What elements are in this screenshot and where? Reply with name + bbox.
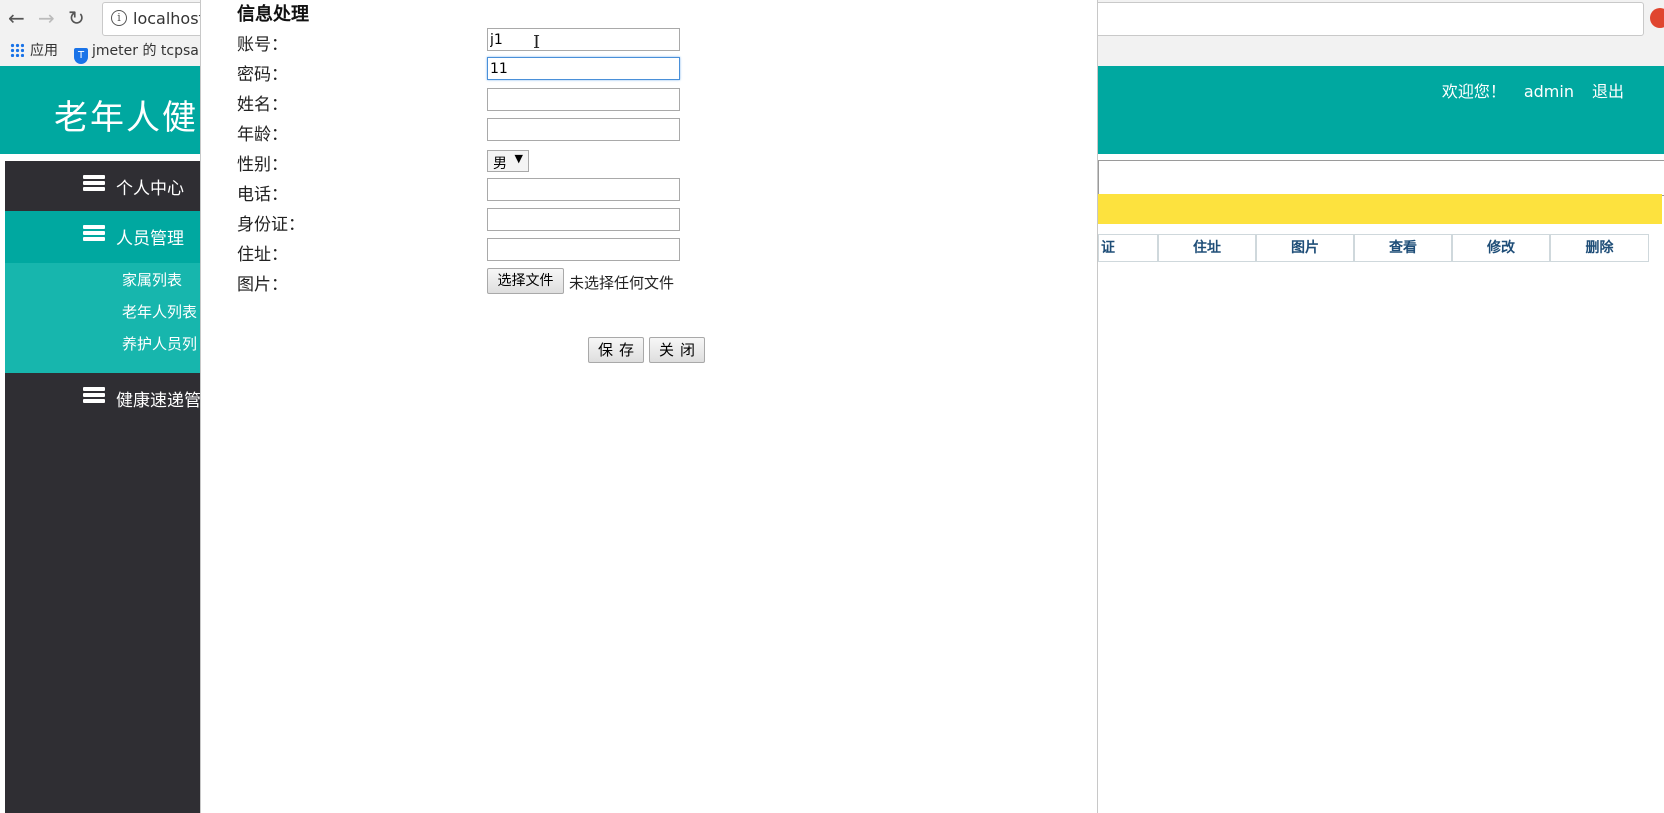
logout-link[interactable]: 退出 [1592, 82, 1624, 101]
phone-label: 电话： [237, 185, 288, 205]
password-input[interactable] [487, 57, 680, 80]
choose-file-button[interactable]: 选择文件 [487, 268, 564, 294]
account-input[interactable] [487, 28, 680, 51]
notice-bar [1098, 194, 1662, 224]
column-header: 证 [1098, 234, 1158, 262]
reload-icon[interactable]: ↻ [68, 6, 85, 30]
sidebar-item-personnel[interactable]: 人员管理 [5, 211, 205, 263]
url-text: localhost [133, 9, 205, 28]
bookmark-jmeter[interactable]: Tjmeter 的 tcpsam [58, 43, 212, 64]
apps-grid-icon [10, 43, 24, 57]
table-header: 证 住址 图片 查看 修改 删除 [1098, 234, 1649, 262]
idcard-input[interactable] [487, 208, 680, 231]
sidebar-item-label: 健康速递管 [116, 391, 201, 411]
photo-label: 图片： [237, 275, 288, 295]
submenu-item-family[interactable]: 家属列表 [122, 269, 182, 290]
info-dialog: 信息处理 账号： 密码： 姓名： 年龄： 性别： 男 ▼ 电话： 身份证： 住址… [200, 0, 1098, 813]
stack-icon [83, 175, 105, 193]
column-header: 图片 [1256, 234, 1354, 262]
stack-icon [83, 225, 105, 243]
phone-input[interactable] [487, 178, 680, 201]
app-title: 老年人健 [54, 98, 198, 138]
bookmarks-bar: 应用 Tjmeter 的 tcpsam [10, 40, 212, 64]
stack-icon [83, 387, 105, 405]
submenu-item-caregivers[interactable]: 养护人员列 [122, 333, 197, 354]
name-label: 姓名： [237, 95, 288, 115]
sidebar: 个人中心 人员管理 家属列表 老年人列表 养护人员列 健康速递管 [5, 161, 205, 813]
column-header: 删除 [1550, 234, 1649, 262]
gender-label: 性别： [237, 155, 288, 175]
idcard-label: 身份证： [237, 215, 305, 235]
sidebar-submenu: 家属列表 老年人列表 养护人员列 [5, 263, 205, 373]
dialog-title: 信息处理 [237, 4, 309, 25]
column-header: 住址 [1158, 234, 1256, 262]
breadcrumb-bar [1098, 160, 1664, 196]
info-icon[interactable]: i [111, 10, 127, 26]
username-link[interactable]: admin [1524, 82, 1574, 101]
text-cursor-icon: I [533, 32, 541, 53]
save-button[interactable]: 保存 [588, 337, 644, 363]
extension-icon[interactable] [1650, 8, 1664, 28]
sidebar-item-health-express[interactable]: 健康速递管 [5, 373, 205, 425]
file-status-text: 未选择任何文件 [569, 274, 675, 292]
header-user-area: 欢迎您！ admin 退出 [1424, 78, 1624, 102]
name-input[interactable] [487, 88, 680, 111]
password-label: 密码： [237, 65, 288, 85]
age-label: 年龄： [237, 125, 288, 145]
sidebar-item-personal-center[interactable]: 个人中心 [5, 161, 205, 213]
column-header: 修改 [1452, 234, 1550, 262]
gender-select[interactable]: 男 ▼ [487, 150, 529, 172]
sidebar-item-label: 个人中心 [116, 179, 184, 199]
gender-selected-value: 男 [493, 156, 507, 172]
sidebar-item-label: 人员管理 [116, 229, 184, 249]
age-input[interactable] [487, 118, 680, 141]
address-label: 住址： [237, 245, 288, 265]
dropdown-arrow-icon: ▼ [514, 152, 523, 165]
shield-icon: T [74, 48, 88, 64]
welcome-text: 欢迎您！ [1441, 82, 1506, 101]
forward-icon[interactable]: → [38, 6, 55, 30]
back-icon[interactable]: ← [8, 6, 25, 30]
account-label: 账号： [237, 35, 288, 55]
apps-bookmark[interactable]: 应用 [10, 43, 58, 59]
submenu-item-elderly[interactable]: 老年人列表 [122, 301, 197, 322]
column-header: 查看 [1354, 234, 1452, 262]
close-button[interactable]: 关闭 [649, 337, 705, 363]
address-input[interactable] [487, 238, 680, 261]
